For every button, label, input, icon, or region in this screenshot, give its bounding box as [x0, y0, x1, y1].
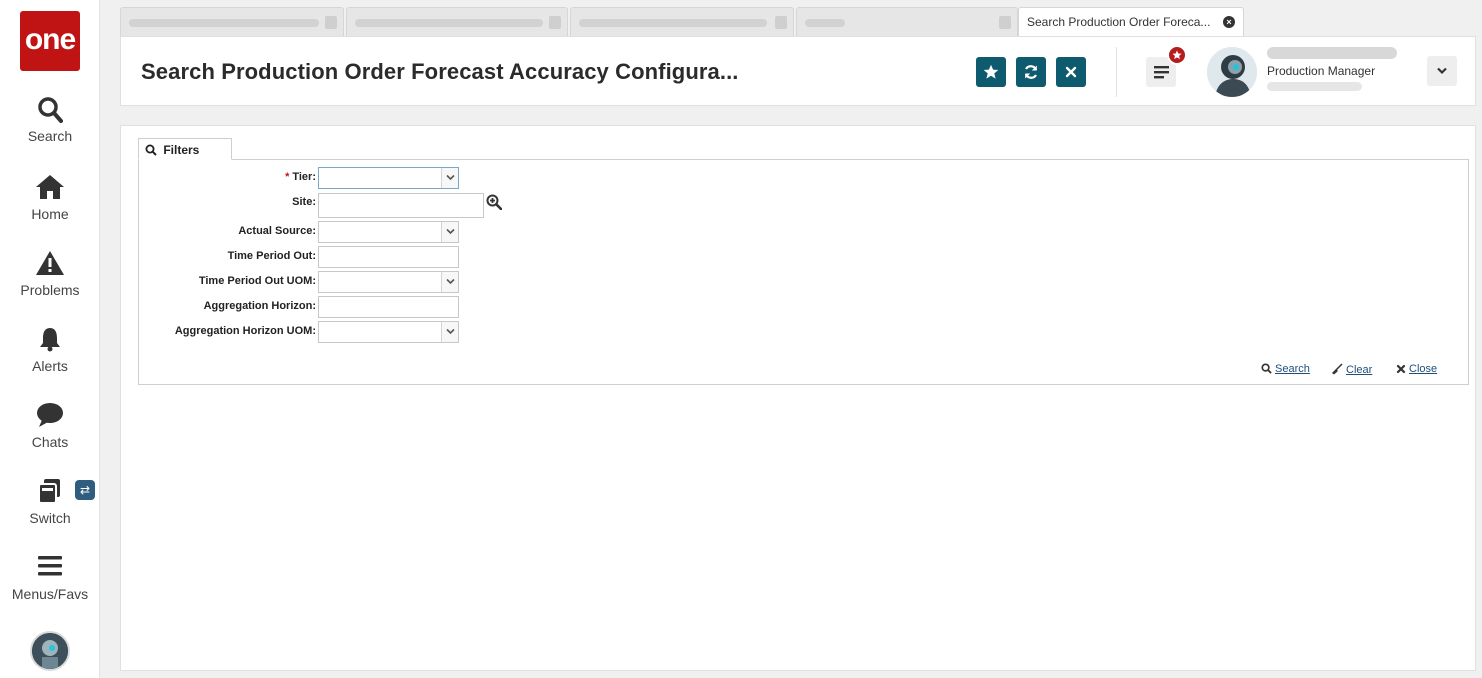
close-link[interactable]: Close — [1396, 363, 1437, 375]
aggregation-horizon-uom-select[interactable] — [318, 321, 459, 343]
tab-4-label — [805, 18, 845, 27]
user-role: Production Manager — [1267, 64, 1376, 78]
left-nav: one Search Home Problems Alerts Chats Sw… — [0, 0, 100, 678]
user-avatar-small[interactable] — [30, 631, 70, 671]
site-input[interactable] — [318, 193, 484, 218]
hamburger-menu-icon — [0, 554, 100, 584]
filter-panel: * Tier: Site: Actual Source: Time Period … — [138, 159, 1469, 385]
aggregation-horizon-input[interactable] — [318, 296, 459, 318]
tab-4-close-icon[interactable] — [999, 16, 1011, 29]
nav-item-chats[interactable]: Chats — [0, 402, 100, 450]
nav-item-menus-favs[interactable]: Menus/Favs — [0, 554, 100, 602]
close-icon — [1396, 364, 1406, 374]
tab-1[interactable] — [120, 7, 344, 36]
nav-label-switch: Switch — [29, 510, 71, 526]
bell-icon — [0, 326, 100, 356]
page-title: Search Production Order Forecast Accurac… — [141, 59, 739, 84]
nav-item-problems[interactable]: Problems — [0, 250, 100, 298]
time-period-out-uom-select[interactable] — [318, 271, 459, 293]
user-avatar[interactable] — [1207, 47, 1257, 97]
refresh-icon — [1024, 65, 1038, 79]
tab-3[interactable] — [570, 7, 794, 36]
time-period-out-label: Time Period Out: — [227, 250, 316, 262]
required-marker: * — [285, 171, 290, 183]
star-badge-icon — [1172, 50, 1182, 60]
switch-badge-icon[interactable]: ⇄ — [75, 480, 95, 500]
tab-1-label — [129, 18, 319, 27]
search-link[interactable]: Search — [1261, 363, 1310, 375]
filter-row-time-period-out-uom: Time Period Out UOM: — [139, 271, 316, 293]
close-page-button[interactable] — [1056, 57, 1086, 87]
main-content: Filters * Tier: Site: Actual Source: Time… — [120, 125, 1476, 671]
chevron-down-icon[interactable] — [441, 272, 458, 292]
tab-3-close-icon[interactable] — [775, 16, 787, 29]
search-icon — [1261, 363, 1272, 374]
star-icon — [983, 64, 999, 79]
nav-label-chats: Chats — [31, 434, 69, 450]
tier-select[interactable] — [318, 167, 459, 189]
tab-2-close-icon[interactable] — [549, 16, 561, 29]
tab-1-close-icon[interactable] — [325, 16, 337, 29]
tab-2-label — [355, 18, 543, 27]
favorite-button[interactable] — [976, 57, 1006, 87]
tab-active[interactable]: Search Production Order Foreca... × — [1018, 7, 1244, 37]
filter-row-aggregation-horizon-uom: Aggregation Horizon UOM: — [139, 321, 316, 343]
actual-source-label: Actual Source: — [238, 225, 316, 237]
filter-row-aggregation-horizon: Aggregation Horizon: — [139, 296, 316, 318]
tab-2[interactable] — [346, 7, 568, 36]
list-menu-icon — [1153, 66, 1169, 79]
page-header: Search Production Order Forecast Accurac… — [120, 36, 1476, 106]
tab-active-label: Search Production Order Foreca... — [1027, 15, 1211, 29]
site-label: Site: — [292, 196, 316, 208]
user-dropdown-button[interactable] — [1427, 56, 1457, 86]
nav-item-alerts[interactable]: Alerts — [0, 326, 100, 374]
filter-row-time-period-out: Time Period Out: — [139, 246, 316, 268]
header-divider — [1116, 47, 1117, 97]
filter-row-tier: * Tier: — [139, 167, 316, 189]
filters-tab[interactable]: Filters — [138, 138, 232, 160]
favorites-badge[interactable] — [1167, 45, 1187, 65]
actual-source-select[interactable] — [318, 221, 459, 243]
nav-label-menus-favs: Menus/Favs — [11, 586, 89, 602]
time-period-out-uom-label: Time Period Out UOM: — [198, 275, 316, 287]
tab-4[interactable] — [796, 7, 1018, 36]
chat-bubble-icon — [0, 402, 100, 432]
filters-tab-label: Filters — [163, 143, 200, 157]
zoom-in-lookup-icon[interactable] — [486, 194, 503, 215]
broom-icon — [1332, 363, 1343, 375]
app-logo[interactable]: one — [20, 11, 80, 71]
nav-item-search[interactable]: Search — [0, 96, 100, 144]
chevron-down-icon[interactable] — [441, 222, 458, 242]
user-organization — [1267, 82, 1362, 91]
refresh-button[interactable] — [1016, 57, 1046, 87]
user-name — [1267, 47, 1397, 59]
nav-label-home: Home — [31, 206, 69, 222]
search-icon — [145, 144, 157, 156]
chevron-down-icon[interactable] — [441, 322, 458, 342]
nav-label-alerts: Alerts — [32, 358, 68, 374]
tier-label: * Tier: — [285, 171, 316, 183]
home-icon — [0, 174, 100, 204]
aggregation-horizon-label: Aggregation Horizon: — [203, 300, 316, 312]
chevron-down-icon[interactable] — [441, 168, 458, 188]
filter-row-site: Site: — [139, 192, 316, 214]
tab-active-close-icon[interactable]: × — [1223, 16, 1235, 28]
nav-item-home[interactable]: Home — [0, 174, 100, 222]
filter-row-actual-source: Actual Source: — [139, 221, 316, 243]
aggregation-horizon-uom-label: Aggregation Horizon UOM: — [174, 325, 316, 337]
search-icon — [0, 96, 100, 126]
warning-icon — [0, 250, 100, 280]
tab-3-label — [579, 18, 767, 27]
close-icon — [1065, 66, 1077, 78]
chevron-down-icon — [1437, 67, 1447, 75]
nav-label-problems: Problems — [20, 282, 80, 298]
clear-link[interactable]: Clear — [1331, 363, 1372, 376]
nav-label-search: Search — [27, 128, 73, 144]
time-period-out-input[interactable] — [318, 246, 459, 268]
